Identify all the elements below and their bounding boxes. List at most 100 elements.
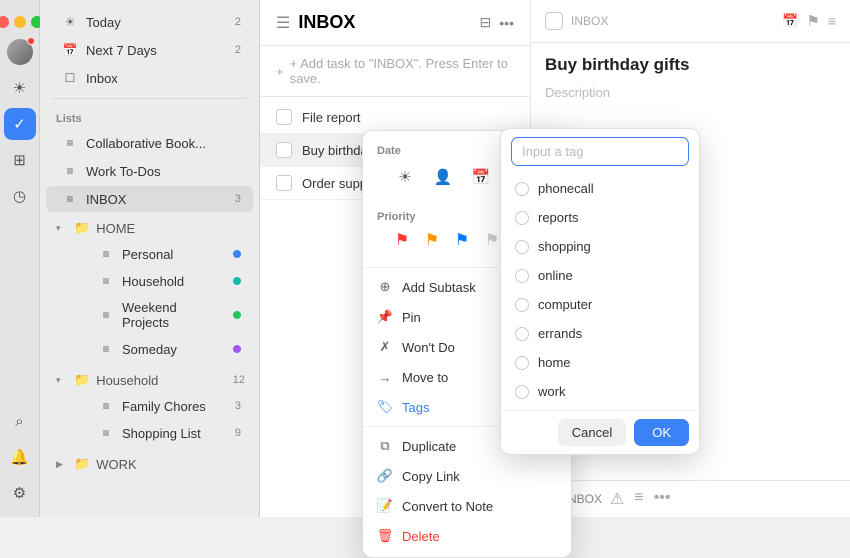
sidebar: ☀ Today 2 📅 Next 7 Days 2 ☐ Inbox Lists … [40,0,260,517]
more-icon[interactable]: ••• [499,15,514,31]
sidebar-item-family-chores[interactable]: ≡ Family Chores 3 [82,393,253,419]
sidebar-item-label: Work To-Dos [86,164,241,179]
today-count: 2 [235,16,241,28]
settings-nav-icon[interactable]: ⚙ [4,477,36,509]
tag-label: online [538,268,573,283]
bell-nav-icon[interactable]: 🔔 [4,441,36,473]
tag-item-shopping[interactable]: shopping [501,232,699,261]
tag-circle-icon [515,298,529,312]
sidebar-item-someday[interactable]: ≡ Someday [82,336,253,362]
group-label: Household [96,373,227,388]
sidebar-group-home-header[interactable]: ▾ 📁 HOME [46,216,253,240]
tag-item-reports[interactable]: reports [501,203,699,232]
menu-item-copy-link[interactable]: 🔗 Copy Link [363,461,571,491]
menu-icon[interactable]: ☰ [276,13,290,33]
calendar-icon: 📅 [62,42,78,58]
tag-item-online[interactable]: online [501,261,699,290]
task-checkbox[interactable] [276,175,292,191]
folder-icon: 📁 [74,456,90,472]
tag-circle-icon [515,356,529,370]
sidebar-item-collab[interactable]: ≡ Collaborative Book... [46,130,253,156]
more-icon[interactable]: ≡ [828,13,836,29]
menu-item-delete[interactable]: 🗑 Delete [363,521,571,551]
ok-button[interactable]: OK [634,419,689,446]
task-checkbox[interactable] [276,109,292,125]
dot-indicator [233,345,241,353]
tag-item-computer[interactable]: computer [501,290,699,319]
task-checkbox[interactable] [276,142,292,158]
divider [52,98,247,99]
tag-item-errands[interactable]: errands [501,319,699,348]
household-children: ≡ Family Chores 3 ≡ Shopping List 9 [40,393,259,446]
sidebar-item-household[interactable]: ≡ Household [82,268,253,294]
filter-icon[interactable]: ⊟ [480,14,492,31]
flag-orange[interactable]: ⚑ [421,229,443,251]
sidebar-item-label: Household [122,274,225,289]
tag-item-phonecall[interactable]: phonecall [501,174,699,203]
tag-circle-icon [515,327,529,341]
chevron-down-icon: ▾ [56,223,68,234]
tag-label: home [538,355,571,370]
tag-item-work[interactable]: work [501,377,699,406]
plus-icon: + [276,64,284,79]
sidebar-item-next7[interactable]: 📅 Next 7 Days 2 [46,37,253,63]
right-header: INBOX 📅 ⚑ ≡ [531,0,850,43]
tag-label: errands [538,326,582,341]
minimize-button[interactable] [14,16,26,28]
sidebar-item-weekend[interactable]: ≡ Weekend Projects [82,295,253,335]
family-count: 3 [235,400,241,412]
tag-item-home[interactable]: home [501,348,699,377]
group-count: 12 [233,374,245,386]
inbox-icon: ☐ [62,70,78,86]
chevron-down-icon: ▾ [56,375,68,386]
flag-icon[interactable]: ⚑ [806,12,819,30]
today-nav-icon[interactable]: ☀ [4,72,36,104]
sidebar-item-shopping-list[interactable]: ≡ Shopping List 9 [82,420,253,446]
more-actions-icon[interactable]: ••• [654,489,671,509]
delete-icon: 🗑 [377,528,393,544]
flag-red[interactable]: ⚑ [391,229,413,251]
inbox-count: 3 [235,193,241,205]
warning-icon[interactable]: ⚠ [610,489,624,509]
search-nav-icon[interactable]: ⌕ [4,405,36,437]
grid-nav-icon[interactable]: ⊞ [4,144,36,176]
task-complete-checkbox[interactable] [545,12,563,30]
sidebar-item-inbox-smart[interactable]: ☐ Inbox [46,65,253,91]
tasks-nav-icon[interactable]: ✓ [4,108,36,140]
pin-icon: 📌 [377,309,393,325]
today-icon: ☀ [62,14,78,30]
sidebar-nav: ☀ ✓ ⊞ ◷ ⌕ 🔔 ⚙ [0,0,40,517]
flag-blue[interactable]: ⚑ [451,229,473,251]
date-cal1-icon[interactable]: 📅 [467,163,495,191]
sidebar-item-inbox[interactable]: ≡ INBOX 3 [46,186,253,212]
right-description[interactable]: Description [531,81,850,112]
sidebar-group-home: ▾ 📁 HOME ≡ Personal ≡ Household ≡ Weeken… [40,215,259,363]
x-icon: ✗ [377,339,393,355]
tag-icon: 🏷 [377,399,393,415]
avatar-nav[interactable] [4,36,36,68]
sidebar-item-label: Weekend Projects [122,300,225,330]
sidebar-group-work-header[interactable]: ▶ 📁 WORK [46,452,253,476]
home-children: ≡ Personal ≡ Household ≡ Weekend Project… [40,241,259,362]
sidebar-item-work-todos[interactable]: ≡ Work To-Dos [46,158,253,184]
add-task-bar[interactable]: + + Add task to "INBOX". Press Enter to … [260,46,530,97]
lines-icon[interactable]: ≡ [634,489,643,509]
sidebar-item-personal[interactable]: ≡ Personal [82,241,253,267]
dot-indicator [233,311,241,319]
sidebar-item-today[interactable]: ☀ Today 2 [46,9,253,35]
clock-nav-icon[interactable]: ◷ [4,180,36,212]
tag-input-field[interactable] [511,137,689,166]
sidebar-item-label: Shopping List [122,426,227,441]
lists-label: Lists [40,105,259,129]
cancel-button[interactable]: Cancel [558,419,626,446]
list-icon: ≡ [98,246,114,262]
close-button[interactable] [0,16,9,28]
sidebar-group-household-header[interactable]: ▾ 📁 Household 12 [46,368,253,392]
sidebar-item-label: Collaborative Book... [86,136,241,151]
sidebar-item-label: Today [86,15,227,30]
right-footer-actions: ⚠ ≡ ••• [610,489,671,509]
date-person-icon[interactable]: 👤 [429,163,457,191]
list-icon: ≡ [98,341,114,357]
sidebar-group-household: ▾ 📁 Household 12 ≡ Family Chores 3 ≡ Sho… [40,367,259,447]
date-sun-icon[interactable]: ☀ [391,163,419,191]
